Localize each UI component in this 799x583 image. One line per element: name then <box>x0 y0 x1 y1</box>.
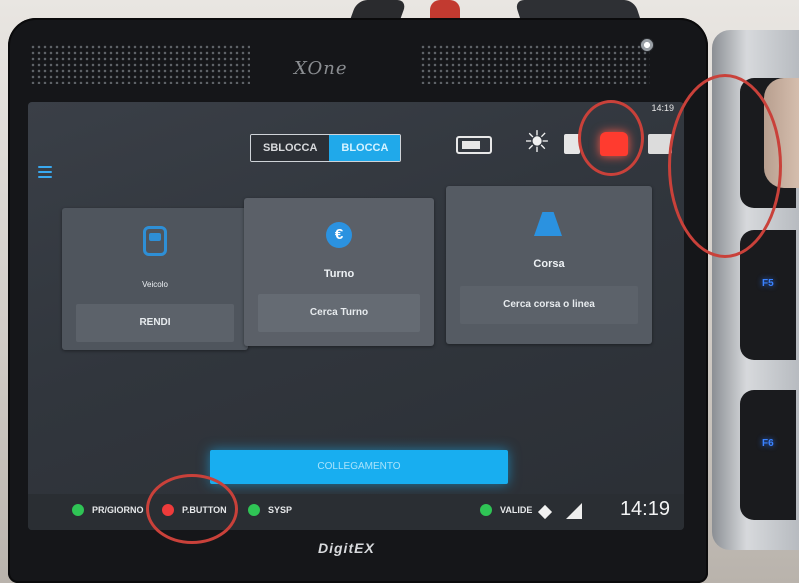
location-icon <box>537 504 553 520</box>
annotation-circle-p-button <box>146 474 238 544</box>
hamburger-menu-icon[interactable] <box>38 166 52 178</box>
status-valide: VALIDE <box>480 504 532 516</box>
status-label: SYSP <box>268 505 293 515</box>
green-dot-icon <box>248 504 260 516</box>
status-sysp: SYSP <box>248 504 292 516</box>
card-title: Veicolo <box>142 280 168 289</box>
brightness-icon[interactable]: ☀ <box>522 128 552 158</box>
card-title: Turno <box>323 268 355 280</box>
status-pr-giorno: PR/GIORNO <box>72 504 144 516</box>
status-label: PR/GIORNO <box>92 505 144 515</box>
screen: 14:19 SBLOCCA BLOCCA ☀ Veicolo RENDI € T… <box>28 102 684 530</box>
lock-option[interactable]: BLOCCA <box>329 135 401 161</box>
shift-button[interactable]: Cerca Turno <box>258 294 420 332</box>
brand-logo-top: XOne <box>294 58 348 79</box>
battery-icon[interactable] <box>456 136 492 154</box>
unlock-option[interactable]: SBLOCCA <box>251 135 330 161</box>
road-icon <box>534 212 562 236</box>
side-key-f6[interactable]: F6 <box>740 390 796 520</box>
camera-icon <box>640 38 654 52</box>
speaker-grill-left <box>30 44 250 84</box>
card-turno: € Turno Cerca Turno <box>244 198 434 346</box>
card-veicolo: Veicolo RENDI <box>62 208 248 350</box>
clock: 14:19 <box>619 498 670 520</box>
euro-icon: € <box>326 222 352 248</box>
brand-logo-bottom: DigitEX <box>318 540 375 556</box>
bus-icon <box>143 226 167 256</box>
card-title: Corsa <box>533 258 565 270</box>
bottom-status-bar: PR/GIORNO P.BUTTON SYSP VALIDE 14:19 <box>28 494 684 530</box>
card-corsa: Corsa Cerca corsa o linea <box>446 186 652 344</box>
lock-toggle[interactable]: SBLOCCA BLOCCA <box>250 134 402 162</box>
vehicle-button[interactable]: RENDI <box>76 304 234 342</box>
signal-icon <box>566 503 582 519</box>
annotation-circle-alarm <box>578 100 644 176</box>
green-dot-icon <box>480 504 492 516</box>
speaker-grill-right <box>420 44 650 84</box>
route-button[interactable]: Cerca corsa o linea <box>460 286 638 324</box>
status-clock-small: 14:19 <box>651 103 674 113</box>
annotation-circle-side-keys <box>668 74 782 258</box>
connect-button[interactable]: COLLEGAMENTO <box>210 450 508 484</box>
green-dot-icon <box>72 504 84 516</box>
status-label: VALIDE <box>500 505 533 515</box>
